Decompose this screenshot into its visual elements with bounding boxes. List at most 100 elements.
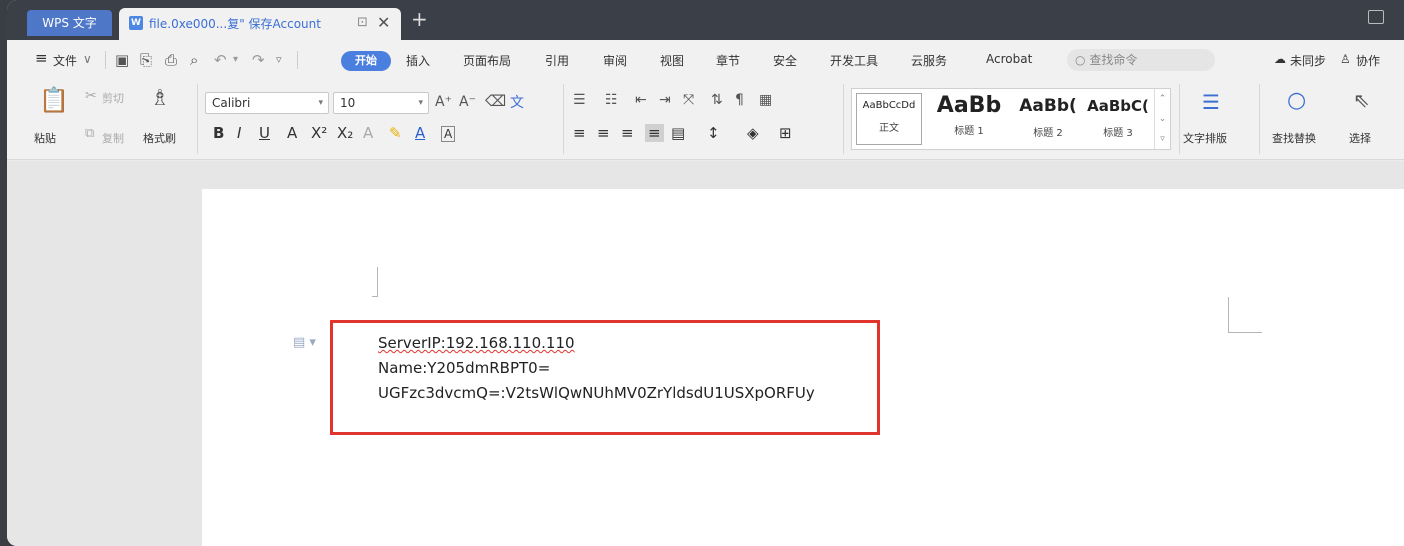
bullets-icon[interactable]: ☰	[573, 92, 586, 108]
paragraph-options-icon[interactable]: ▤ ▾	[293, 335, 316, 350]
chevron-down-icon[interactable]: ∨	[83, 52, 92, 66]
font-color-icon[interactable]: A	[415, 124, 425, 142]
chevron-down-icon: ▾	[418, 98, 423, 108]
document-page[interactable]: ▤ ▾ ServerIP:192.168.110.110 Name:Y205dm…	[202, 189, 1404, 546]
style-normal[interactable]: AaBbCcDd 正文	[856, 93, 922, 145]
strikethrough-icon[interactable]: A	[287, 124, 297, 142]
subscript-icon[interactable]: X₂	[337, 124, 353, 142]
copy-button[interactable]: 复制	[102, 130, 124, 146]
select-cursor-icon[interactable]: ⇖	[1353, 88, 1370, 112]
line-spacing-icon[interactable]: ↕	[707, 124, 720, 142]
character-border-icon[interactable]: A	[441, 126, 456, 142]
tab-cloud-services[interactable]: 云服务	[911, 52, 947, 69]
format-painter-icon[interactable]: ♗	[150, 86, 170, 111]
style-heading-3[interactable]: AaBbC( 标题 3	[1086, 93, 1150, 139]
style-preview: AaBbCcDd	[862, 100, 916, 111]
pin-icon[interactable]: ⊡	[357, 15, 368, 30]
divider	[105, 51, 106, 69]
tab-references[interactable]: 引用	[545, 52, 569, 69]
phonetic-guide-icon[interactable]: 文	[510, 92, 524, 112]
decrease-indent-icon[interactable]: ⇤	[635, 92, 647, 108]
italic-icon[interactable]: I	[237, 124, 241, 142]
cloud-sync-icon[interactable]: ☁	[1274, 52, 1286, 66]
tab-insert[interactable]: 插入	[406, 52, 430, 69]
style-heading-1[interactable]: AaBb 标题 1	[926, 93, 1012, 137]
shrink-font-icon[interactable]: A⁻	[459, 94, 476, 110]
close-icon[interactable]: ✕	[377, 13, 390, 32]
document-workspace: ▤ ▾ ServerIP:192.168.110.110 Name:Y205dm…	[7, 161, 1404, 546]
collaborate-icon[interactable]: ♙	[1340, 52, 1351, 66]
undo-icon[interactable]: ↶	[214, 51, 227, 69]
menu-file[interactable]: 文件	[53, 52, 77, 69]
password-line[interactable]: UGFzc3dvcmQ=:V2tsWlQwNUhMV0ZrYldsdU1USXp…	[378, 384, 815, 402]
tab-acrobat[interactable]: Acrobat	[986, 52, 1032, 66]
paste-icon[interactable]: 📋	[39, 86, 69, 114]
font-size-value: 10	[340, 96, 356, 110]
style-heading-2[interactable]: AaBb( 标题 2	[1012, 93, 1084, 139]
font-name-select[interactable]: Calibri ▾	[205, 92, 329, 114]
borders-icon[interactable]: ⊞	[779, 124, 792, 142]
tab-start[interactable]: 开始	[341, 51, 391, 71]
save-icon[interactable]: ▣	[115, 51, 129, 69]
justify-icon[interactable]: ≡	[645, 124, 664, 142]
cut-button[interactable]: 剪切	[102, 90, 124, 106]
align-center-icon[interactable]: ≡	[597, 124, 610, 142]
increase-indent-icon[interactable]: ⇥	[659, 92, 671, 108]
tab-page-layout[interactable]: 页面布局	[463, 52, 511, 69]
print-icon[interactable]: ⎙	[165, 51, 177, 69]
window-layout-icon[interactable]	[1368, 10, 1384, 24]
paste-button[interactable]: 粘贴	[34, 130, 56, 146]
server-ip-line[interactable]: ServerIP:192.168.110.110	[378, 334, 575, 352]
tab-wps-home[interactable]: WPS 文字	[27, 10, 112, 36]
redo-icon[interactable]: ↷	[252, 51, 265, 69]
table-grid-icon[interactable]: ▦	[759, 92, 772, 108]
tab-view[interactable]: 视图	[660, 52, 684, 69]
tab-review[interactable]: 审阅	[603, 52, 627, 69]
find-icon[interactable]: ○	[1287, 88, 1306, 113]
sort-icon[interactable]: ⇅	[711, 92, 723, 108]
highlight-icon[interactable]: ✎	[389, 124, 402, 142]
copy-icon[interactable]: ⧉	[85, 126, 94, 141]
grow-font-icon[interactable]: A⁺	[435, 94, 452, 110]
tab-document[interactable]: W file.0xe000...复" 保存Account ⊡ ✕	[119, 8, 401, 40]
text-layout-button[interactable]: 文字排版	[1183, 130, 1227, 146]
print-preview-icon[interactable]: ⌕	[190, 51, 198, 69]
export-icon[interactable]: ⎘	[140, 51, 152, 69]
app-frame: WPS 文字 W file.0xe000...复" 保存Account ⊡ ✕ …	[0, 0, 1404, 546]
name-line[interactable]: Name:Y205dmRBPT0=	[378, 359, 550, 377]
bold-icon[interactable]: B	[213, 124, 224, 142]
find-replace-button[interactable]: 查找替换	[1272, 130, 1316, 146]
new-tab-button[interactable]: +	[411, 7, 428, 31]
align-right-icon[interactable]: ≡	[621, 124, 634, 142]
document-icon: W	[129, 16, 143, 30]
show-marks-icon[interactable]: ¶	[735, 92, 744, 108]
numbering-icon[interactable]: ☷	[605, 92, 618, 108]
hamburger-icon[interactable]: ≡	[35, 49, 48, 67]
underline-icon[interactable]: U	[259, 124, 270, 142]
sync-status[interactable]: 未同步	[1290, 52, 1326, 69]
text-layout-icon[interactable]: ☰	[1202, 90, 1220, 114]
align-left-icon[interactable]: ≡	[573, 124, 586, 142]
tab-security[interactable]: 安全	[773, 52, 797, 69]
wps-window: WPS 文字 W file.0xe000...复" 保存Account ⊡ ✕ …	[7, 0, 1404, 546]
undo-dropdown-icon[interactable]: ▾	[233, 54, 238, 65]
command-search-input[interactable]: ○ 查找命令	[1067, 49, 1215, 71]
customize-quick-access-icon[interactable]: ▿	[276, 53, 282, 66]
font-size-select[interactable]: 10 ▾	[333, 92, 429, 114]
format-painter-button[interactable]: 格式刷	[143, 130, 176, 146]
collaborate-button[interactable]: 协作	[1356, 52, 1380, 69]
style-name: 正文	[879, 123, 899, 134]
style-name: 标题 1	[954, 126, 984, 137]
clear-format-icon[interactable]: ⌫	[485, 92, 506, 110]
superscript-icon[interactable]: X²	[311, 124, 327, 142]
distributed-icon[interactable]: ▤	[671, 124, 685, 142]
tab-developer[interactable]: 开发工具	[830, 52, 878, 69]
text-effect-icon[interactable]: A	[363, 124, 373, 142]
shading-icon[interactable]: ◈	[747, 124, 759, 142]
chinese-layout-icon[interactable]: ⤧	[683, 92, 694, 108]
style-scroll[interactable]: ⌃ ⌄ ▿	[1154, 89, 1170, 149]
divider	[1259, 84, 1260, 154]
scissors-icon[interactable]: ✂	[85, 88, 97, 104]
select-button[interactable]: 选择	[1349, 130, 1371, 146]
tab-chapter[interactable]: 章节	[716, 52, 740, 69]
